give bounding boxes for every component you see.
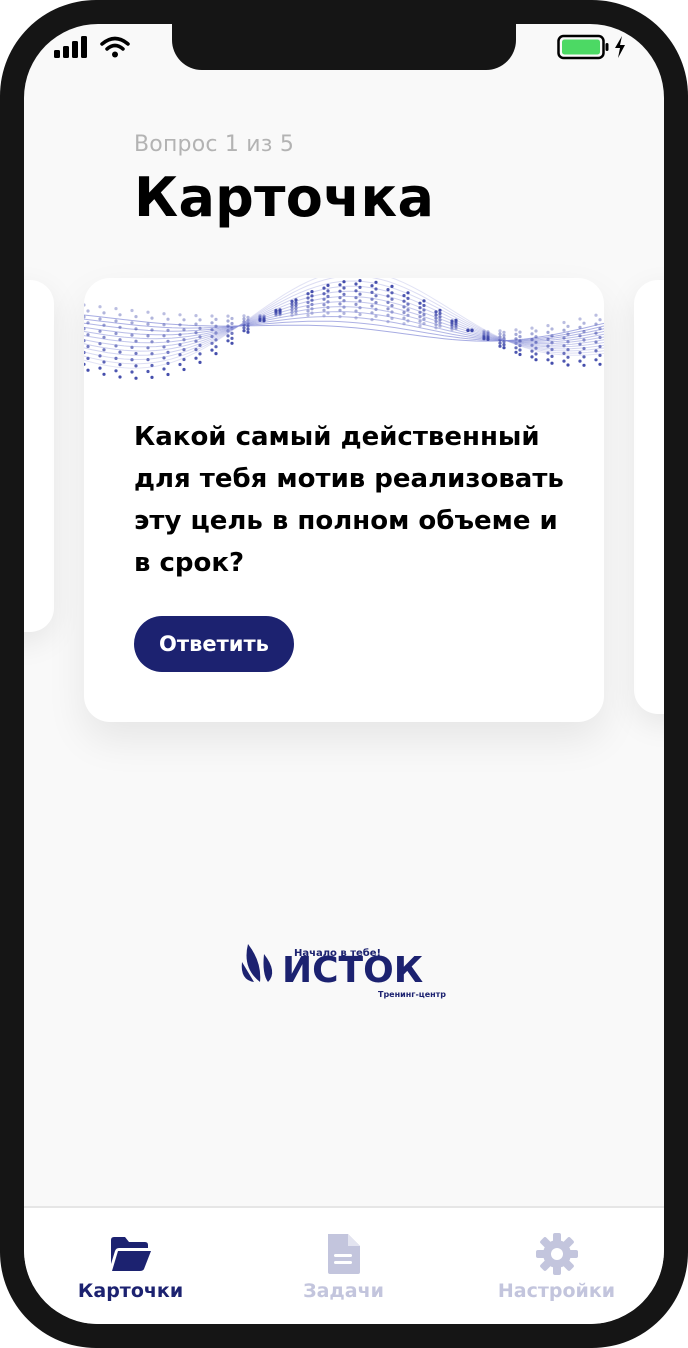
next-card[interactable]	[634, 280, 664, 714]
document-icon	[327, 1234, 360, 1274]
question-text: Какой самый действенный для тебя мотив р…	[134, 422, 564, 578]
tab-cards[interactable]: Карточки	[24, 1208, 237, 1324]
tab-label: Карточки	[77, 1280, 184, 1302]
wave-pattern-image	[84, 278, 604, 380]
tab-bar: Карточки Задачи Настройки	[24, 1206, 664, 1324]
tab-tasks[interactable]: Задачи	[237, 1208, 450, 1324]
phone-frame: Вопрос 1 из 5 Карточка Какой самый дейст…	[0, 0, 688, 1348]
logo-subtitle: Тренинг-центр	[378, 990, 446, 999]
folder-icon	[110, 1237, 151, 1271]
page-title: Карточка	[134, 166, 435, 229]
wifi-icon	[100, 36, 130, 58]
tab-label: Задачи	[303, 1280, 384, 1302]
battery-icon	[557, 34, 609, 60]
previous-card[interactable]	[24, 280, 54, 632]
tab-settings[interactable]: Настройки	[450, 1208, 663, 1324]
istok-logo: Начало в тебе! ИСТОК Тренинг-центр	[241, 944, 446, 999]
question-counter: Вопрос 1 из 5	[134, 132, 295, 157]
answer-button[interactable]: Ответить	[134, 616, 294, 672]
notch	[172, 24, 516, 70]
app-screen: Вопрос 1 из 5 Карточка Какой самый дейст…	[24, 24, 664, 1324]
signal-icon	[54, 36, 87, 58]
logo-name: ИСТОК	[282, 950, 423, 991]
charging-icon	[615, 36, 625, 58]
gear-icon	[535, 1233, 578, 1275]
logo-leaves-icon	[241, 944, 273, 982]
tab-label: Настройки	[497, 1280, 616, 1302]
question-card: Какой самый действенный для тебя мотив р…	[84, 278, 604, 722]
